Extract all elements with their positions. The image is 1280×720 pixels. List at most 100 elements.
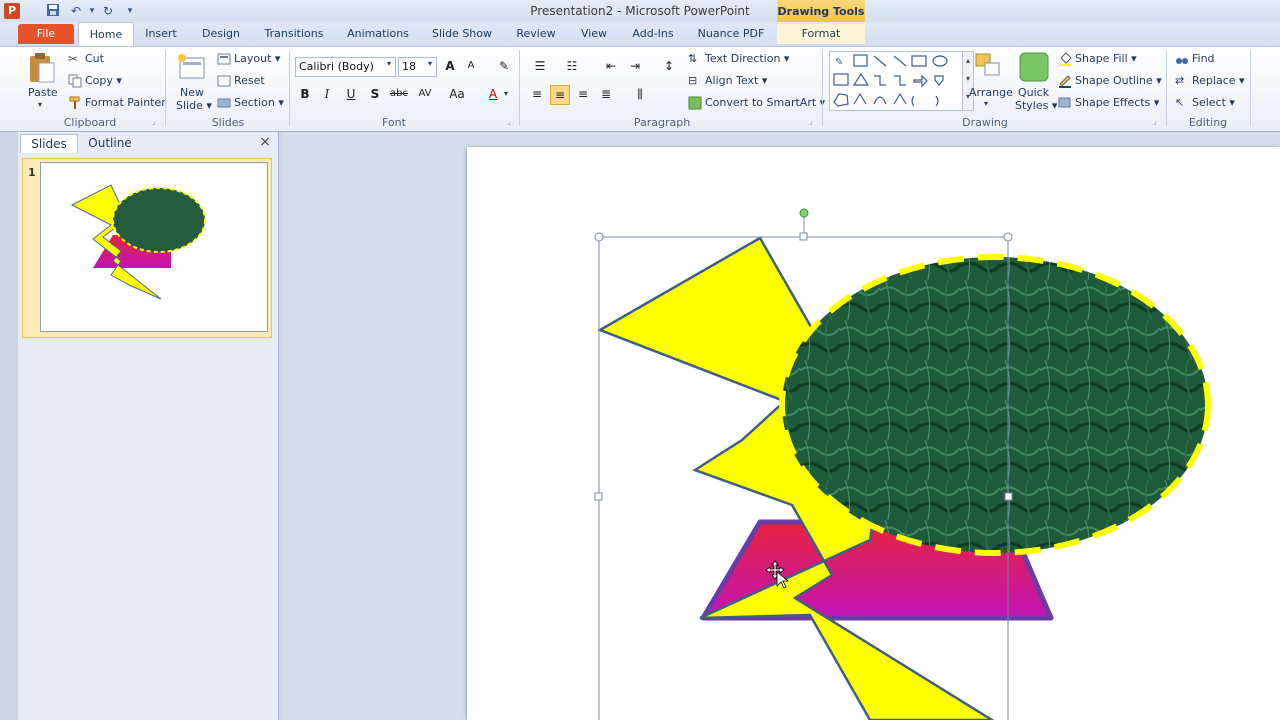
new-slide-icon[interactable] bbox=[176, 52, 208, 82]
quick-styles-label-1[interactable]: Quick bbox=[1018, 86, 1049, 99]
tab-outline[interactable]: Outline bbox=[80, 134, 140, 152]
slide-canvas[interactable] bbox=[467, 147, 1280, 720]
cut-button[interactable]: ✂ Cut bbox=[68, 52, 104, 66]
align-text-icon: ⊟ bbox=[688, 74, 698, 87]
font-family-select[interactable]: Calibri (Body) bbox=[295, 57, 396, 77]
tab-transitions[interactable]: Transitions bbox=[260, 24, 328, 44]
new-slide-label-1[interactable]: New bbox=[180, 86, 204, 99]
paste-dropdown-icon[interactable]: ▾ bbox=[38, 100, 42, 109]
clear-formatting-icon[interactable]: ✎ bbox=[495, 57, 513, 75]
convert-smartart-button[interactable]: Convert to SmartArt ▾ bbox=[688, 96, 825, 110]
copy-button[interactable]: Copy ▾ bbox=[68, 74, 122, 88]
binoculars-icon bbox=[1175, 52, 1189, 66]
slide-number: 1 bbox=[28, 166, 36, 179]
tab-animations[interactable]: Animations bbox=[343, 24, 413, 44]
text-shadow-button[interactable]: S bbox=[366, 85, 384, 103]
tab-design[interactable]: Design bbox=[196, 24, 246, 44]
new-slide-button[interactable]: Slide ▾ bbox=[176, 99, 212, 112]
format-painter-label: Format Painter bbox=[85, 96, 166, 109]
arrange-dropdown-icon[interactable]: ▾ bbox=[984, 99, 988, 108]
align-right-icon[interactable]: ≡ bbox=[574, 85, 592, 103]
tab-view[interactable]: View bbox=[575, 24, 613, 44]
tab-add-ins[interactable]: Add-Ins bbox=[628, 24, 678, 44]
text-direction-label: Text Direction bbox=[705, 52, 781, 65]
tab-insert[interactable]: Insert bbox=[140, 24, 182, 44]
paintbrush-icon bbox=[68, 96, 82, 110]
quick-styles-icon[interactable] bbox=[1018, 51, 1050, 83]
font-size-dropdown-icon[interactable]: ▾ bbox=[428, 59, 432, 68]
resize-handle-top-left[interactable] bbox=[594, 232, 604, 242]
tab-nuance-pdf[interactable]: Nuance PDF bbox=[693, 24, 769, 44]
cut-label: Cut bbox=[85, 52, 104, 65]
numbering-icon[interactable]: ☷ bbox=[560, 57, 584, 75]
marble-ellipse-shape[interactable] bbox=[779, 254, 1211, 556]
bold-button[interactable]: B bbox=[296, 85, 314, 103]
shapes-gallery[interactable]: ✎ bbox=[829, 51, 965, 111]
convert-smartart-label: Convert to SmartArt bbox=[705, 96, 817, 109]
slide-thumbnail[interactable] bbox=[40, 162, 268, 332]
find-label: Find bbox=[1192, 52, 1215, 65]
grow-font-button[interactable]: A bbox=[441, 57, 459, 75]
layout-button[interactable]: Layout ▾ bbox=[217, 52, 280, 66]
clipboard-launcher-icon[interactable]: ⌟ bbox=[152, 117, 156, 126]
text-direction-button[interactable]: ⇅ Text Direction ▾ bbox=[688, 52, 789, 66]
shape-effects-button[interactable]: Shape Effects ▾ bbox=[1058, 96, 1159, 110]
tab-slides[interactable]: Slides bbox=[20, 134, 78, 153]
scissors-icon: ✂ bbox=[68, 52, 79, 66]
shape-outline-button[interactable]: Shape Outline ▾ bbox=[1058, 74, 1162, 88]
drawing-launcher-icon[interactable]: ⌟ bbox=[1153, 117, 1157, 126]
italic-button[interactable]: I bbox=[318, 85, 336, 103]
reset-button[interactable]: Reset bbox=[217, 74, 265, 88]
replace-icon: ⇄ bbox=[1175, 74, 1185, 87]
resize-handle-top-right[interactable] bbox=[1003, 232, 1013, 242]
divider bbox=[165, 50, 166, 126]
paragraph-launcher-icon[interactable]: ⌟ bbox=[809, 117, 813, 126]
align-text-button[interactable]: ⊟ Align Text ▾ bbox=[688, 74, 767, 88]
decrease-indent-icon[interactable]: ⇤ bbox=[602, 57, 620, 75]
font-launcher-icon[interactable]: ⌟ bbox=[507, 117, 511, 126]
align-center-icon[interactable]: ≡ bbox=[550, 85, 570, 105]
paste-button[interactable]: Paste bbox=[28, 86, 58, 99]
section-button[interactable]: Section ▾ bbox=[217, 96, 284, 110]
thumb-ellipse bbox=[112, 187, 206, 253]
shape-effects-icon bbox=[1058, 96, 1072, 110]
increase-indent-icon[interactable]: ⇥ bbox=[626, 57, 644, 75]
font-color-dropdown-icon[interactable]: ▾ bbox=[504, 89, 508, 98]
arrange-icon[interactable] bbox=[973, 51, 1005, 83]
tab-format[interactable]: Format bbox=[777, 24, 865, 44]
font-color-button[interactable]: A bbox=[484, 85, 502, 103]
underline-button[interactable]: U bbox=[342, 85, 360, 103]
shrink-font-button[interactable]: A bbox=[462, 57, 480, 75]
resize-handle-right[interactable] bbox=[1004, 492, 1013, 501]
line-spacing-icon[interactable]: ↕ bbox=[658, 57, 680, 75]
resize-handle-top[interactable] bbox=[799, 232, 808, 241]
justify-icon[interactable]: ≣ bbox=[597, 85, 615, 103]
tab-file[interactable]: File bbox=[18, 24, 74, 44]
align-text-label: Align Text bbox=[705, 74, 759, 87]
rotation-handle[interactable] bbox=[799, 208, 809, 218]
columns-icon[interactable]: ⫼ bbox=[629, 85, 651, 103]
tab-review[interactable]: Review bbox=[512, 24, 560, 44]
layout-label: Layout bbox=[234, 52, 272, 65]
tab-home[interactable]: Home bbox=[78, 22, 134, 47]
shape-outline-label: Shape Outline bbox=[1075, 74, 1153, 87]
group-label-font: Font bbox=[382, 116, 406, 129]
shape-fill-button[interactable]: Shape Fill ▾ bbox=[1058, 52, 1137, 66]
select-button[interactable]: ↖ Select ▾ bbox=[1175, 96, 1235, 110]
section-icon bbox=[217, 96, 231, 110]
tab-slide-show[interactable]: Slide Show bbox=[428, 24, 496, 44]
replace-button[interactable]: ⇄ Replace ▾ bbox=[1175, 74, 1245, 88]
bullets-icon[interactable]: ☰ bbox=[528, 57, 552, 75]
quick-styles-button[interactable]: Styles ▾ bbox=[1015, 99, 1057, 112]
arrange-label[interactable]: Arrange bbox=[969, 86, 1013, 99]
font-family-dropdown-icon[interactable]: ▾ bbox=[387, 59, 391, 68]
strikethrough-button[interactable]: abc bbox=[388, 85, 410, 103]
close-panel-icon[interactable]: × bbox=[258, 135, 272, 149]
change-case-button[interactable]: Aa bbox=[446, 85, 468, 103]
character-spacing-button[interactable]: AV bbox=[414, 85, 436, 103]
resize-handle-left[interactable] bbox=[594, 492, 603, 501]
align-left-icon[interactable]: ≡ bbox=[528, 85, 546, 103]
paste-icon[interactable] bbox=[27, 52, 57, 84]
find-button[interactable]: Find bbox=[1175, 52, 1215, 66]
format-painter-button[interactable]: Format Painter bbox=[68, 96, 166, 110]
